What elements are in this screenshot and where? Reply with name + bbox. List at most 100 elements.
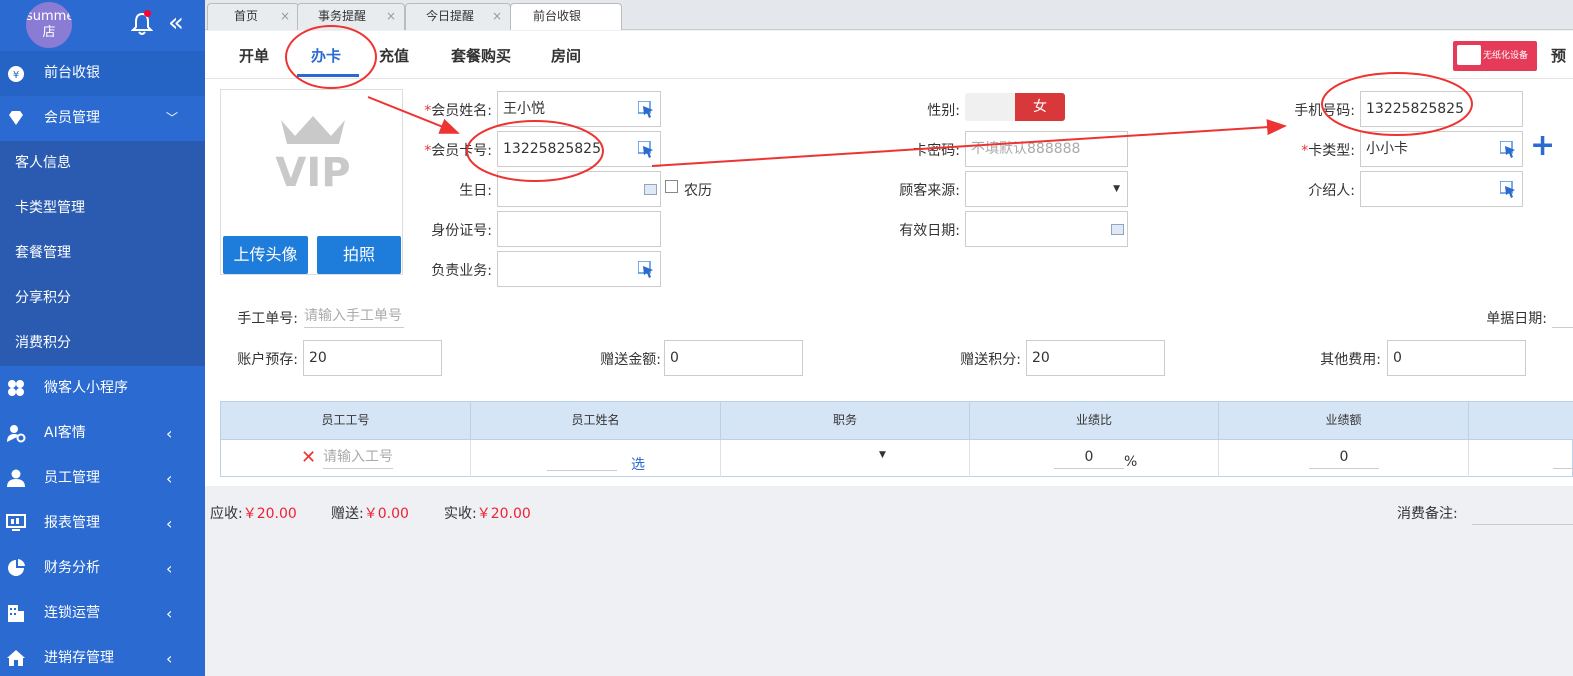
position-cell[interactable]: ▼	[721, 440, 970, 477]
sidebar-item-label: 连锁运营	[44, 605, 100, 621]
cursor-picker-icon[interactable]	[1500, 181, 1516, 198]
expiry-field[interactable]	[965, 211, 1128, 247]
cursor-picker-icon[interactable]	[638, 141, 654, 158]
doc-date-label: 单据日期:	[1486, 311, 1547, 327]
lunar-checkbox[interactable]	[665, 180, 678, 193]
cursor-picker-icon[interactable]	[638, 101, 654, 118]
sidebar-item-label: 分享积分	[15, 290, 71, 306]
sidebar-subitem-share-points[interactable]: 分享积分	[0, 276, 205, 321]
sidebar-subitem-card-types[interactable]: 卡类型管理	[0, 186, 205, 231]
staff-name-input[interactable]	[547, 449, 617, 471]
sidebar-header: summer5A店 «	[0, 0, 205, 50]
staff-no-cell: ✕ 请输入工号	[221, 440, 471, 477]
upload-avatar-button[interactable]: 上传头像	[223, 236, 308, 274]
sidebar-item-staff[interactable]: 员工管理 ‹	[0, 456, 205, 501]
subtab-package[interactable]: 套餐购买	[451, 45, 511, 66]
card-no-field[interactable]: 13225825825	[497, 131, 661, 167]
card-type-field[interactable]: 小小卡	[1360, 131, 1523, 167]
sidebar-subitem-packages[interactable]: 套餐管理	[0, 231, 205, 276]
close-icon[interactable]: ×	[386, 4, 396, 29]
sidebar-item-label: AI客情	[44, 425, 86, 441]
sidebar-item-inventory[interactable]: 进销存管理 ‹	[0, 636, 205, 676]
notification-dot	[144, 10, 151, 17]
field-value: 13225825825	[503, 141, 601, 157]
collapse-sidebar-icon[interactable]: «	[168, 10, 184, 36]
card-password-field[interactable]: 不填默认888888	[965, 131, 1128, 167]
sidebar-item-label: 财务分析	[44, 560, 100, 576]
sidebar-item-ai[interactable]: AI客情 ‹	[0, 411, 205, 456]
gift-amount-field[interactable]: 0	[664, 340, 803, 376]
dropdown-arrow-icon: ▼	[879, 450, 886, 460]
referrer-label: 介绍人:	[1308, 183, 1355, 199]
house-icon	[7, 650, 25, 666]
staff-no-input[interactable]: 请输入工号	[323, 447, 393, 469]
clover-icon	[8, 380, 24, 396]
staff-field[interactable]	[497, 251, 661, 287]
store-avatar[interactable]: summer5A店	[26, 2, 72, 48]
lunar-label: 农历	[684, 183, 712, 199]
sidebar-subitem-consume-points[interactable]: 消费积分	[0, 321, 205, 366]
field-value: 王小悦	[503, 101, 545, 117]
sidebar-item-members[interactable]: 会员管理 ﹀	[0, 96, 205, 141]
amount-cell: 0	[1219, 440, 1469, 477]
phone-field[interactable]: 13225825825	[1360, 91, 1523, 127]
gift-value: ￥0.00	[363, 506, 409, 522]
vip-crown-icon: VIP	[275, 116, 351, 194]
sidebar-item-label: 套餐管理	[15, 245, 71, 261]
tab-today[interactable]: 今日提醒 ×	[405, 3, 511, 30]
gift-summary: 赠送:￥0.00	[331, 503, 409, 523]
extra-input[interactable]	[1553, 447, 1573, 469]
sidebar-subitem-guest-info[interactable]: 客人信息	[0, 141, 205, 186]
referrer-field[interactable]	[1360, 171, 1523, 207]
column-header: 员工姓名	[471, 402, 721, 439]
svg-text:¥: ¥	[13, 70, 19, 81]
extra-cell	[1469, 440, 1573, 477]
sidebar-item-mini-program[interactable]: 微客人小程序	[0, 366, 205, 411]
select-staff-link[interactable]: 选	[631, 454, 645, 474]
member-name-field[interactable]: 王小悦	[497, 91, 661, 127]
paid-label: 实收:	[444, 506, 477, 522]
chevron-left-icon: ‹	[166, 469, 173, 488]
cursor-picker-icon[interactable]	[1500, 141, 1516, 158]
note-input[interactable]	[1472, 503, 1573, 525]
id-field[interactable]	[497, 211, 661, 247]
sidebar-item-finance[interactable]: 财务分析 ‹	[0, 546, 205, 591]
due-value: ￥20.00	[242, 506, 297, 522]
pie-chart-icon	[8, 559, 25, 576]
tab-tasks[interactable]: 事务提醒 ×	[297, 3, 405, 30]
deposit-field[interactable]: 20	[303, 340, 442, 376]
ratio-input[interactable]: 0	[1054, 447, 1124, 469]
remove-row-icon[interactable]: ✕	[301, 447, 316, 468]
subtab-room[interactable]: 房间	[551, 45, 581, 66]
sidebar: summer5A店 « ¥ 前台收银 会员管理 ﹀ 客人信息 卡类型管理 套餐管…	[0, 0, 205, 676]
subtab-recharge[interactable]: 充值	[379, 45, 409, 66]
calendar-icon[interactable]	[1111, 224, 1124, 235]
manual-no-input[interactable]: 请输入手工单号	[304, 306, 404, 328]
sidebar-item-chain[interactable]: 连锁运营 ‹	[0, 591, 205, 636]
birthday-field[interactable]	[497, 171, 661, 207]
gift-points-field[interactable]: 20	[1026, 340, 1165, 376]
sidebar-item-label: 进销存管理	[44, 650, 114, 666]
active-tab-indicator	[297, 74, 359, 77]
take-photo-button[interactable]: 拍照	[317, 236, 401, 274]
sidebar-item-reports[interactable]: 报表管理 ‹	[0, 501, 205, 546]
staff-name-cell: 选	[471, 440, 721, 477]
doc-date-input[interactable]	[1552, 306, 1573, 328]
tab-cashier[interactable]: 前台收银	[510, 3, 622, 30]
gender-toggle[interactable]: 女	[965, 93, 1065, 121]
close-icon[interactable]: ×	[280, 4, 290, 29]
other-fee-label: 其他费用:	[1320, 352, 1381, 368]
subtab-issue-card[interactable]: 办卡	[311, 45, 341, 66]
calendar-icon[interactable]	[644, 184, 657, 195]
add-card-type-button[interactable]: +	[1530, 131, 1555, 161]
amount-input[interactable]: 0	[1309, 447, 1379, 469]
subtab-open-order[interactable]: 开单	[239, 45, 269, 66]
close-icon[interactable]: ×	[492, 4, 502, 29]
avatar-card: VIP 上传头像 拍照	[220, 89, 403, 275]
source-select[interactable]: ▼	[965, 171, 1128, 207]
birthday-label: 生日:	[459, 183, 492, 199]
other-fee-field[interactable]: 0	[1387, 340, 1526, 376]
sidebar-item-cashier[interactable]: ¥ 前台收银	[0, 51, 205, 96]
cursor-picker-icon[interactable]	[638, 261, 654, 278]
tab-home[interactable]: 首页 ×	[207, 3, 299, 30]
